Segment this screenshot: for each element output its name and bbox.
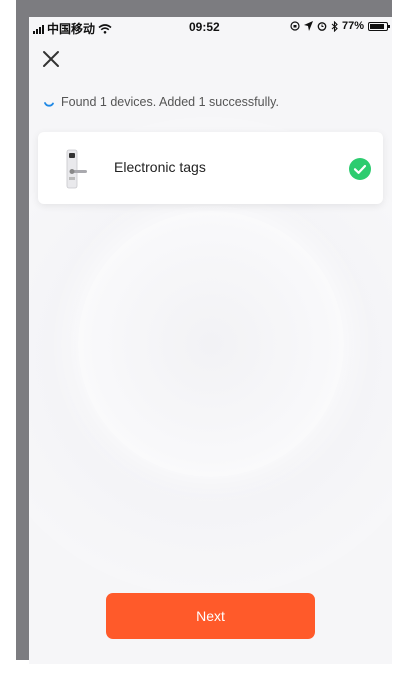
signal-icon xyxy=(33,24,44,34)
bluetooth-icon xyxy=(331,20,338,32)
battery-icon xyxy=(368,21,390,31)
location-icon xyxy=(303,21,313,31)
scan-radar-circle xyxy=(78,211,344,477)
status-time: 09:52 xyxy=(189,20,220,34)
close-icon[interactable] xyxy=(39,47,63,71)
lock-rotation-icon xyxy=(290,21,300,31)
spinner-icon xyxy=(44,102,54,107)
door-lock-icon xyxy=(66,149,87,189)
scan-status: Found 1 devices. Added 1 successfully. xyxy=(43,95,279,109)
status-left: 中国移动 xyxy=(33,20,112,37)
carrier-name: 中国移动 xyxy=(47,22,96,36)
scan-status-text: Found 1 devices. Added 1 successfully. xyxy=(61,95,279,109)
wifi-icon xyxy=(98,23,112,34)
check-circle-icon xyxy=(349,158,371,180)
device-name: Electronic tags xyxy=(114,159,206,175)
device-card[interactable]: Electronic tags xyxy=(38,132,383,204)
battery-percent: 77% xyxy=(341,20,364,32)
status-right: 77% xyxy=(290,20,390,32)
app-screen: 中国移动 09:52 77% Found 1 devices. Added 1 … xyxy=(29,17,392,664)
next-button[interactable]: Next xyxy=(106,593,315,639)
alarm-icon xyxy=(317,22,327,31)
status-bar: 中国移动 09:52 77% xyxy=(29,17,392,37)
